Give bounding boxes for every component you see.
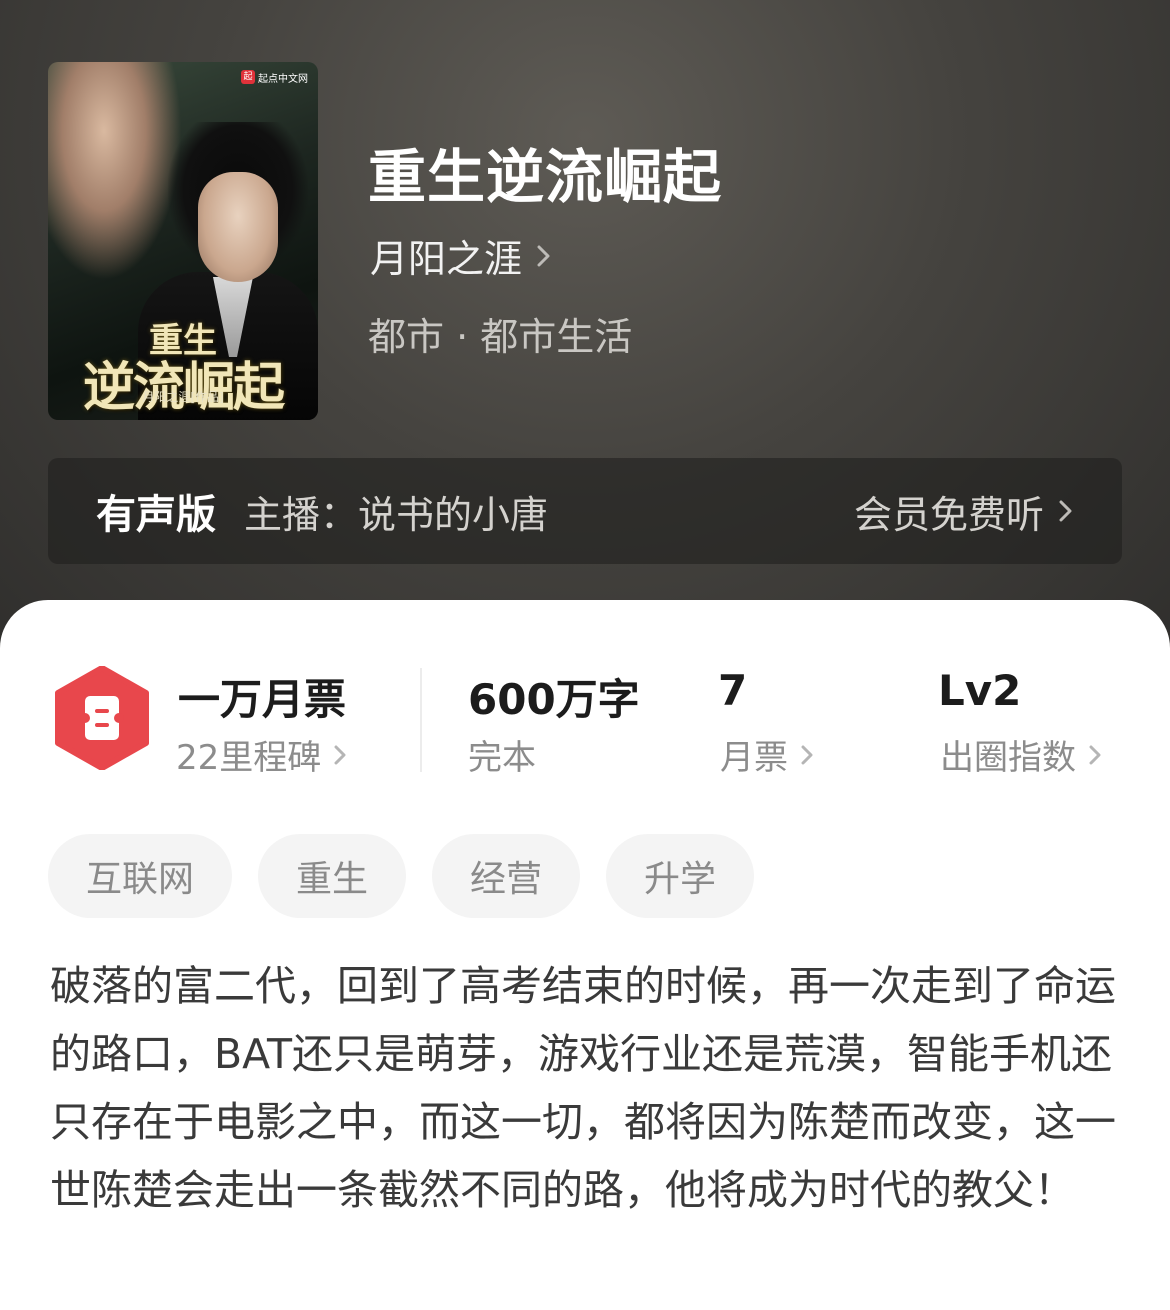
author-link[interactable]: 月阳之涯: [370, 228, 552, 283]
tag-chip[interactable]: 重生: [258, 834, 407, 918]
tag-chip[interactable]: 互联网: [48, 834, 233, 918]
audio-version-label: 有声版: [96, 492, 216, 538]
chevron-right-icon: [334, 745, 346, 764]
cover-title-line1: 重生: [149, 321, 217, 361]
book-title: 重生逆流崛起: [368, 143, 723, 211]
ticket-milestone-label: 22里程碑: [176, 738, 322, 778]
popularity-index-link[interactable]: 出圈指数: [940, 730, 1102, 779]
chevron-right-icon: [1059, 500, 1072, 522]
member-free-listen-button[interactable]: 会员免费听: [854, 484, 1074, 539]
popularity-index-label: 出圈指数: [940, 738, 1076, 778]
tag-list: 互联网 重生 经营 升学: [48, 834, 755, 918]
book-description[interactable]: 破落的富二代，回到了高考结束的时候，再一次走到了命运的路口，BAT还只是萌芽，游…: [50, 952, 1125, 1224]
monthly-ticket-label: 月票: [720, 738, 788, 778]
popularity-level-value: Lv2: [938, 666, 1022, 715]
ticket-milestone-link[interactable]: 22里程碑: [176, 730, 347, 779]
tag-chip[interactable]: 经营: [432, 834, 581, 918]
completion-status: 完本: [468, 738, 536, 778]
cover-brand-text: 起点中文网: [258, 73, 308, 85]
monthly-ticket-link[interactable]: 月票: [720, 730, 814, 779]
cover-brand: 起 起点中文网: [237, 68, 312, 86]
cover-art-face: [198, 172, 278, 282]
stats-row: 一万月票 22里程碑 600万字 完本 7 月票 Lv2 出圈指数: [0, 664, 1170, 784]
book-category[interactable]: 都市 · 都市生活: [368, 306, 632, 361]
stats-divider: [420, 668, 422, 772]
qidian-logo-icon: 起: [241, 70, 255, 84]
author-name: 月阳之涯: [370, 237, 523, 281]
chevron-right-icon: [1089, 745, 1101, 764]
cover-art-woman: [48, 62, 188, 292]
audio-version-bar[interactable]: 有声版 主播：说书的小唐 会员免费听: [48, 458, 1122, 564]
member-free-listen-label: 会员免费听: [853, 492, 1044, 537]
word-count-value: 600万字: [468, 675, 640, 724]
book-header: 起 起点中文网 重生 逆流崛起 月阳之涯[作品] 重生逆流崛起 月阳之涯 都市 …: [0, 0, 1170, 680]
ticket-milestone-title: 一万月票: [178, 675, 347, 724]
tag-chip[interactable]: 升学: [606, 834, 755, 918]
monthly-ticket-value: 7: [718, 666, 748, 715]
chevron-right-icon: [801, 745, 813, 764]
book-cover[interactable]: 起 起点中文网 重生 逆流崛起 月阳之涯[作品]: [48, 62, 318, 420]
book-info-sheet: 一万月票 22里程碑 600万字 完本 7 月票 Lv2 出圈指数 互联网 重生: [0, 600, 1170, 1310]
audio-host: 主播：说书的小唐: [244, 492, 549, 537]
monthly-ticket-badge-icon[interactable]: [54, 666, 150, 770]
cover-author: 月阳之涯[作品]: [142, 390, 224, 404]
chevron-right-icon: [537, 245, 550, 266]
